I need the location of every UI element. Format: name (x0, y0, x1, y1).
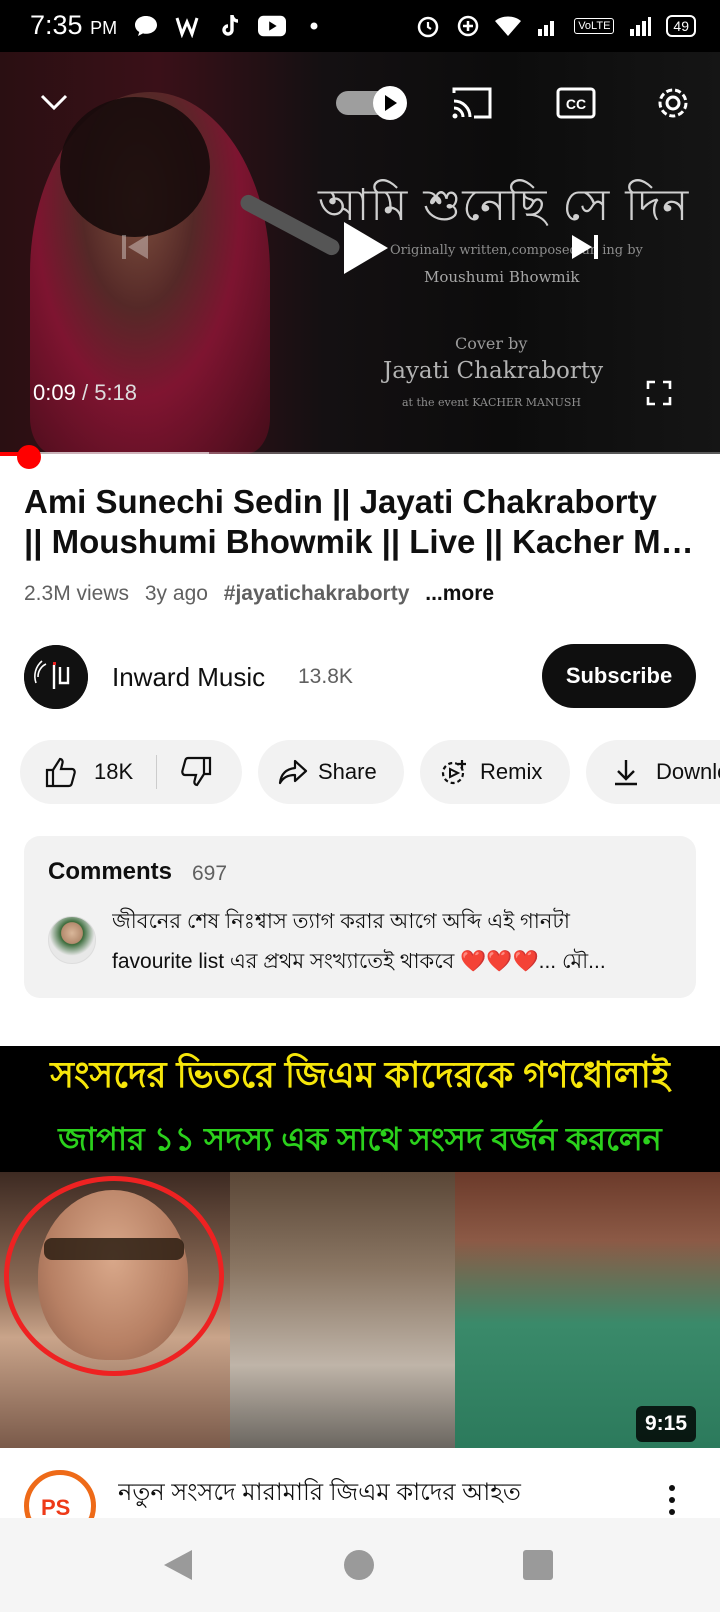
signal-icon-2 (626, 12, 654, 40)
singer-hair (60, 97, 210, 237)
volte-badge: VoLTE (574, 18, 615, 34)
play-icon[interactable] (340, 220, 390, 276)
thumbnail-red-circle (4, 1176, 224, 1376)
svg-text:CC: CC (566, 96, 586, 112)
download-icon (615, 760, 637, 786)
overlay-credit-name: Moushumi Bhowmik (424, 268, 580, 286)
share-label: Share (318, 759, 377, 784)
top-comment: জীবনের শেষ নিঃশ্বাস ত্যাগ করার আগে অব্দি… (112, 902, 672, 982)
video-duration-badge: 9:15 (636, 1406, 697, 1442)
total-duration: 5:18 (94, 380, 138, 405)
settings-gear-icon[interactable] (652, 82, 694, 124)
chat-bubble-icon (132, 12, 160, 40)
thumbs-down-icon (181, 756, 212, 787)
system-nav-bar (0, 1518, 720, 1612)
hashtag-link[interactable]: #jayatichakraborty (224, 582, 410, 605)
video-meta[interactable]: 2.3M views 3y ago #jayatichakraborty ...… (24, 582, 504, 606)
more-dot-icon (300, 12, 328, 40)
video-title-line-1: Ami Sunechi Sedin || Jayati Chakraborty (24, 483, 657, 520)
signal-icon (534, 12, 562, 40)
download-label: Download (656, 759, 720, 784)
view-count: 2.3M views (24, 582, 130, 605)
data-saver-icon (454, 12, 482, 40)
download-button[interactable]: Download (586, 740, 720, 804)
channel-name[interactable]: Inward Music (112, 662, 265, 693)
video-title[interactable]: Ami Sunechi Sedin || Jayati Chakraborty … (24, 482, 704, 562)
upload-age: 3y ago (144, 582, 208, 605)
comments-count: 697 (192, 862, 228, 885)
thumbnail-panel-scuffle (230, 1172, 455, 1448)
notification-icons (132, 12, 328, 40)
battery-indicator: 49 (666, 15, 696, 37)
inward-music-logo-icon (24, 645, 88, 709)
autoplay-toggle[interactable] (336, 86, 410, 120)
dislike-button[interactable] (157, 756, 213, 788)
commenter-avatar (48, 916, 96, 964)
like-button[interactable]: 18K (20, 756, 156, 788)
channel-avatar[interactable] (24, 645, 88, 709)
wifi-icon (494, 12, 522, 40)
comments-panel[interactable]: Comments 697 জীবনের শেষ নিঃশ্বাস ত্যাগ ক… (24, 836, 696, 998)
remix-icon (441, 760, 466, 785)
collapse-chevron-icon[interactable] (36, 84, 72, 120)
thumbnail-headline-2: জাপার ১১ সদস্য এক সাথে সংসদ বর্জন করলেন (0, 1110, 720, 1172)
share-button[interactable]: Share (258, 740, 404, 804)
back-icon[interactable] (162, 1548, 194, 1582)
like-count: 18K (94, 759, 134, 784)
app-logo-icon (174, 12, 202, 40)
cast-icon[interactable] (450, 85, 494, 121)
status-time: 7:35 PM (30, 10, 118, 40)
video-title-line-2: || Moushumi Bhowmik || Live || Kacher M… (24, 523, 694, 560)
next-video-thumbnail[interactable]: সংসদের ভিতরে জিএম কাদেরকে গণধোলাই জাপার … (0, 1046, 720, 1448)
video-player[interactable]: আমি শুনেছি সে দিন Originally written,com… (0, 52, 720, 454)
overlay-cover-label: Cover by (455, 334, 528, 353)
remix-button[interactable]: Remix (420, 740, 570, 804)
playback-time: 0:09 / 5:18 (33, 380, 137, 406)
alarm-icon (414, 12, 442, 40)
youtube-icon (258, 12, 286, 40)
next-video-title[interactable]: নতুন সংসদে মারামারি জিএম কাদের আহত (118, 1474, 638, 1514)
next-video-icon[interactable] (568, 230, 602, 264)
tiktok-icon (216, 12, 244, 40)
time-separator: / (81, 380, 89, 405)
status-bar: 7:35 PM VoLTE 49 (0, 0, 720, 52)
home-icon[interactable] (344, 1550, 374, 1580)
subscriber-count: 13.8K (298, 665, 353, 688)
action-bar: 18K Share Remix Download (20, 740, 720, 804)
remix-label: Remix (480, 759, 543, 784)
system-icons: VoLTE 49 (414, 12, 696, 40)
overlay-credit-line: Originally written,composed an ing by (390, 243, 643, 258)
top-comment-line-1: জীবনের শেষ নিঃশ্বাস ত্যাগ করার আগে অব্দি… (112, 910, 570, 933)
current-time: 0:09 (33, 380, 76, 405)
fullscreen-icon[interactable] (646, 380, 672, 406)
overlay-event-line: at the event KACHER MANUSH (402, 396, 581, 409)
thumbnail-headline-1: সংসদের ভিতরে জিএম কাদেরকে গণধোলাই (0, 1046, 720, 1110)
thumbs-up-icon (45, 757, 76, 788)
recents-icon[interactable] (523, 1550, 553, 1580)
previous-video-icon[interactable] (118, 230, 152, 264)
captions-icon[interactable]: CC (556, 85, 596, 121)
more-link[interactable]: ...more (425, 582, 494, 605)
share-arrow-icon (278, 759, 308, 785)
thumbnail-panel-portrait (0, 1172, 230, 1448)
progress-bar[interactable] (0, 452, 720, 456)
comments-heading: Comments (48, 858, 173, 885)
top-comment-line-2: favourite list এর প্রথম সংখ্যাতেই থাকবে … (112, 950, 606, 973)
subscribe-button[interactable]: Subscribe (542, 644, 696, 708)
overlay-cover-artist: Jayati Chakraborty (383, 358, 604, 384)
scrubber-handle[interactable] (16, 445, 41, 469)
like-dislike-pill: 18K (20, 740, 242, 804)
more-options-icon[interactable] (658, 1480, 686, 1520)
